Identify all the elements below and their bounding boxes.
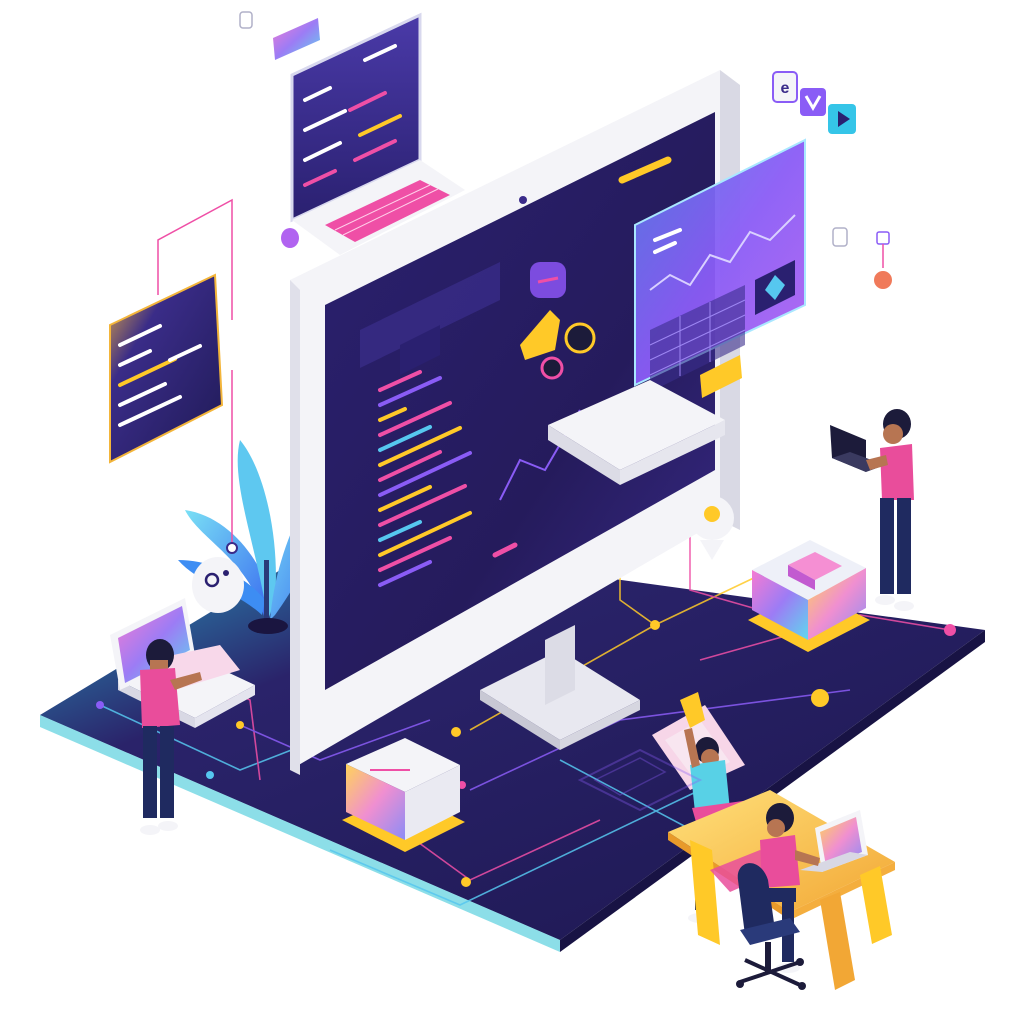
play-icon: e (772, 71, 856, 134)
illustration-scene: e (0, 0, 1024, 1024)
tag-icon (239, 11, 320, 60)
location-pin-icon (690, 496, 734, 560)
pendant-icon (832, 227, 892, 289)
code-window-icon (109, 198, 238, 554)
illustration-canvas: e (40, 11, 985, 990)
settings-icon (192, 557, 244, 613)
svg-text:e: e (781, 80, 790, 97)
